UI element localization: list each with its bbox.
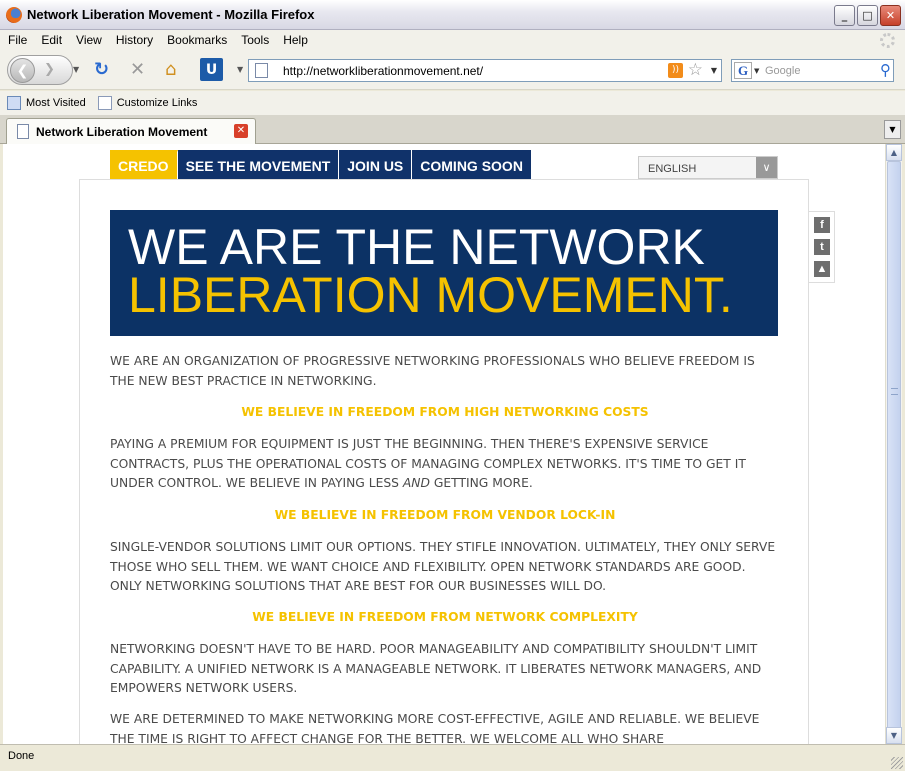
bookmark-most-visited[interactable]: Most Visited bbox=[7, 96, 86, 110]
site-page-icon bbox=[255, 63, 268, 78]
home-button[interactable]: ⌂ bbox=[165, 60, 176, 80]
credo-heading-complexity: WE BELIEVE IN FREEDOM FROM NETWORK COMPL… bbox=[252, 610, 638, 624]
site-nav: CREDO SEE THE MOVEMENT JOIN US COMING SO… bbox=[110, 150, 532, 179]
menu-edit[interactable]: Edit bbox=[41, 33, 62, 47]
hero-title-line2: LIBERATION MOVEMENT. bbox=[128, 267, 733, 323]
search-icon[interactable]: ⚲ bbox=[880, 61, 891, 79]
menu-bar: File Edit View History Bookmarks Tools H… bbox=[0, 30, 905, 50]
vertical-scrollbar[interactable]: ▲ ▼ bbox=[885, 144, 902, 744]
close-tab-icon[interactable]: ✕ bbox=[234, 124, 248, 138]
extension-dropdown-icon[interactable]: ▼ bbox=[237, 65, 243, 74]
window-controls: _ □ ✕ bbox=[834, 5, 901, 26]
language-select[interactable]: ENGLISH ∨ bbox=[638, 156, 778, 179]
tab-page-icon bbox=[17, 124, 29, 139]
scroll-up-button[interactable]: ▲ bbox=[886, 144, 902, 161]
nav-join-us[interactable]: JOIN US bbox=[339, 150, 413, 179]
lockin-paragraph: SINGLE-VENDOR SOLUTIONS LIMIT OUR OPTION… bbox=[110, 540, 776, 593]
tab-strip: Network Liberation Movement ✕ ▼ bbox=[0, 115, 905, 144]
scrollbar-thumb[interactable] bbox=[887, 161, 901, 731]
search-engine-icon[interactable]: G bbox=[734, 62, 752, 79]
twitter-icon[interactable]: t bbox=[814, 239, 830, 255]
status-text: Done bbox=[8, 750, 35, 762]
bookmark-label: Most Visited bbox=[26, 97, 86, 109]
facebook-icon[interactable]: f bbox=[814, 217, 830, 233]
nav-coming-soon[interactable]: COMING SOON bbox=[412, 150, 532, 179]
closing-paragraph: WE ARE DETERMINED TO MAKE NETWORKING MOR… bbox=[110, 712, 760, 744]
window-title: Network Liberation Movement - Mozilla Fi… bbox=[27, 7, 315, 22]
pdf-icon[interactable]: ▲ bbox=[814, 261, 830, 277]
search-input[interactable]: Google bbox=[765, 65, 800, 77]
resize-grip-icon[interactable] bbox=[891, 757, 903, 769]
nav-credo[interactable]: CREDO bbox=[110, 150, 178, 179]
maximize-button[interactable]: □ bbox=[857, 5, 878, 26]
scrollbar-grip-icon bbox=[891, 388, 898, 395]
forward-button[interactable]: ❯ bbox=[44, 62, 55, 77]
menu-history[interactable]: History bbox=[116, 33, 153, 47]
costs-paragraph-emphasis: AND bbox=[402, 476, 430, 490]
language-value: ENGLISH bbox=[648, 163, 697, 175]
social-share-bar: f t ▲ bbox=[809, 211, 835, 283]
history-dropdown-icon[interactable]: ▼ bbox=[73, 65, 79, 74]
toolbar-extension-icon[interactable]: U bbox=[200, 58, 223, 81]
bookmark-customize-links[interactable]: Customize Links bbox=[97, 96, 198, 110]
url-dropdown-icon[interactable]: ▼ bbox=[711, 66, 717, 75]
status-bar: Done bbox=[0, 744, 905, 771]
chevron-down-icon[interactable]: ∨ bbox=[756, 157, 777, 178]
most-visited-icon bbox=[7, 96, 21, 110]
menu-file[interactable]: File bbox=[8, 33, 27, 47]
nav-see-the-movement[interactable]: SEE THE MOVEMENT bbox=[177, 150, 340, 179]
back-forward-group: ❮ ❯ bbox=[7, 55, 73, 85]
activity-throbber-icon bbox=[880, 33, 895, 48]
menu-bookmarks[interactable]: Bookmarks bbox=[167, 33, 227, 47]
rss-feed-icon[interactable]: )) bbox=[668, 63, 683, 78]
tab-label: Network Liberation Movement bbox=[36, 125, 208, 139]
menu-tools[interactable]: Tools bbox=[241, 33, 269, 47]
navigation-toolbar: ❮ ❯ ▼ ↻ ✕ ⌂ U ▼ http://networkliberation… bbox=[0, 50, 905, 90]
scroll-down-button[interactable]: ▼ bbox=[886, 727, 902, 744]
complexity-paragraph: NETWORKING DOESN'T HAVE TO BE HARD. POOR… bbox=[110, 642, 762, 695]
bookmark-label: Customize Links bbox=[116, 97, 198, 109]
close-window-button[interactable]: ✕ bbox=[880, 5, 901, 26]
bookmarks-toolbar: Most Visited Customize Links bbox=[0, 91, 905, 115]
search-engine-dropdown-icon[interactable]: ▼ bbox=[754, 67, 759, 75]
stop-button[interactable]: ✕ bbox=[130, 60, 145, 80]
costs-paragraph: PAYING A PREMIUM FOR EQUIPMENT IS JUST T… bbox=[110, 435, 780, 494]
intro-paragraph: WE ARE AN ORGANIZATION OF PROGRESSIVE NE… bbox=[110, 354, 755, 388]
hero-banner: WE ARE THE NETWORK LIBERATION MOVEMENT. bbox=[110, 210, 778, 336]
tab-list-button[interactable]: ▼ bbox=[884, 120, 901, 139]
menu-view[interactable]: View bbox=[76, 33, 102, 47]
minimize-button[interactable]: _ bbox=[834, 5, 855, 26]
url-bar[interactable]: http://networkliberationmovement.net/ ))… bbox=[248, 59, 722, 82]
firefox-logo-icon bbox=[6, 6, 22, 23]
hero-title-line1: WE ARE THE NETWORK bbox=[128, 219, 705, 275]
tab-network-liberation-movement[interactable]: Network Liberation Movement ✕ bbox=[6, 118, 256, 144]
search-bar[interactable]: G ▼ Google ⚲ bbox=[731, 59, 894, 82]
menu-help[interactable]: Help bbox=[283, 33, 308, 47]
credo-heading-costs: WE BELIEVE IN FREEDOM FROM HIGH NETWORKI… bbox=[241, 405, 649, 419]
reload-button[interactable]: ↻ bbox=[94, 60, 109, 80]
window-titlebar: Network Liberation Movement - Mozilla Fi… bbox=[0, 0, 905, 30]
back-button[interactable]: ❮ bbox=[10, 58, 35, 83]
page-icon bbox=[97, 96, 112, 110]
bookmark-star-icon[interactable]: ☆ bbox=[688, 60, 703, 80]
url-input[interactable]: http://networkliberationmovement.net/ bbox=[283, 64, 483, 78]
page-viewport: CREDO SEE THE MOVEMENT JOIN US COMING SO… bbox=[3, 144, 885, 744]
credo-heading-lockin: WE BELIEVE IN FREEDOM FROM VENDOR LOCK-I… bbox=[274, 508, 616, 522]
costs-paragraph-end: GETTING MORE. bbox=[429, 476, 533, 490]
